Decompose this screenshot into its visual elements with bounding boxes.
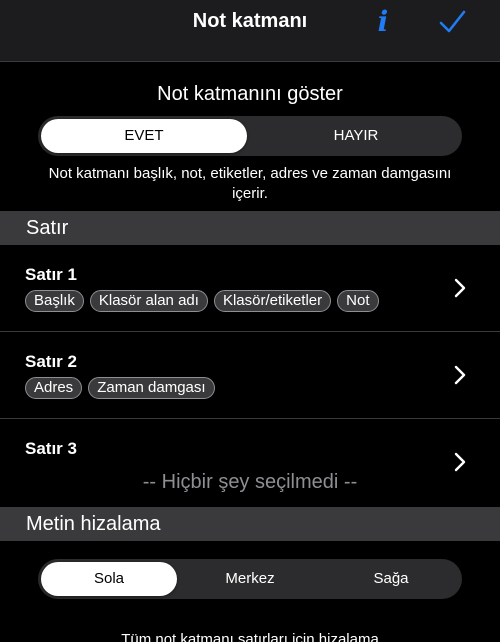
row-title: Satır 2 bbox=[25, 352, 77, 371]
row-title: Satır 3 bbox=[25, 439, 77, 458]
row-field-chips: Adres Zaman damgası bbox=[25, 377, 215, 399]
checkmark-done-icon[interactable] bbox=[436, 6, 468, 38]
navigation-bar: Not katmanı i bbox=[0, 0, 500, 62]
field-chip: Zaman damgası bbox=[88, 377, 215, 399]
text-alignment-section: Sola Merkez Sağa Tüm not katmanı satırla… bbox=[0, 541, 500, 642]
overlay-row-1[interactable]: Satır 1 Başlık Klasör alan adı Klasör/et… bbox=[0, 245, 500, 331]
page-title: Not katmanı bbox=[192, 10, 308, 32]
segment-align-left[interactable]: Sola bbox=[41, 562, 177, 596]
chevron-right-icon bbox=[454, 278, 466, 298]
overlay-description: Not katmanı başlık, not, etiketler, adre… bbox=[48, 165, 452, 202]
field-chip: Not bbox=[337, 290, 379, 312]
field-chip: Başlık bbox=[25, 290, 84, 312]
info-icon[interactable]: i bbox=[372, 6, 394, 38]
section-header-alignment: Metin hizalama bbox=[0, 507, 500, 541]
segment-align-right[interactable]: Sağa bbox=[323, 562, 459, 596]
field-chip: Adres bbox=[25, 377, 83, 399]
overlay-row-2[interactable]: Satır 2 Adres Zaman damgası bbox=[0, 332, 500, 418]
row-empty-placeholder: -- Hiçbir şey seçilmedi -- bbox=[142, 471, 358, 493]
alignment-description: Tüm not katmanı satırları için hizalama bbox=[121, 631, 379, 642]
segment-yes[interactable]: EVET bbox=[41, 119, 247, 153]
section-header-rows: Satır bbox=[0, 211, 500, 245]
row-title: Satır 1 bbox=[25, 265, 77, 284]
chevron-right-icon bbox=[454, 452, 466, 472]
segment-no[interactable]: HAYIR bbox=[253, 119, 459, 153]
row-field-chips: Başlık Klasör alan adı Klasör/etiketler … bbox=[25, 290, 379, 312]
overlay-visibility-segmented-control: EVET HAYIR bbox=[38, 116, 462, 156]
overlay-row-3[interactable]: Satır 3 -- Hiçbir şey seçilmedi -- bbox=[0, 419, 500, 507]
chevron-right-icon bbox=[454, 365, 466, 385]
text-alignment-segmented-control: Sola Merkez Sağa bbox=[38, 559, 462, 599]
field-chip: Klasör alan adı bbox=[89, 290, 208, 312]
overlay-visibility-section: Not katmanını göster EVET HAYIR Not katm… bbox=[0, 63, 500, 211]
segment-align-center[interactable]: Merkez bbox=[182, 562, 318, 596]
field-chip: Klasör/etiketler bbox=[213, 290, 332, 312]
overlay-visibility-title: Not katmanını göster bbox=[157, 83, 343, 105]
